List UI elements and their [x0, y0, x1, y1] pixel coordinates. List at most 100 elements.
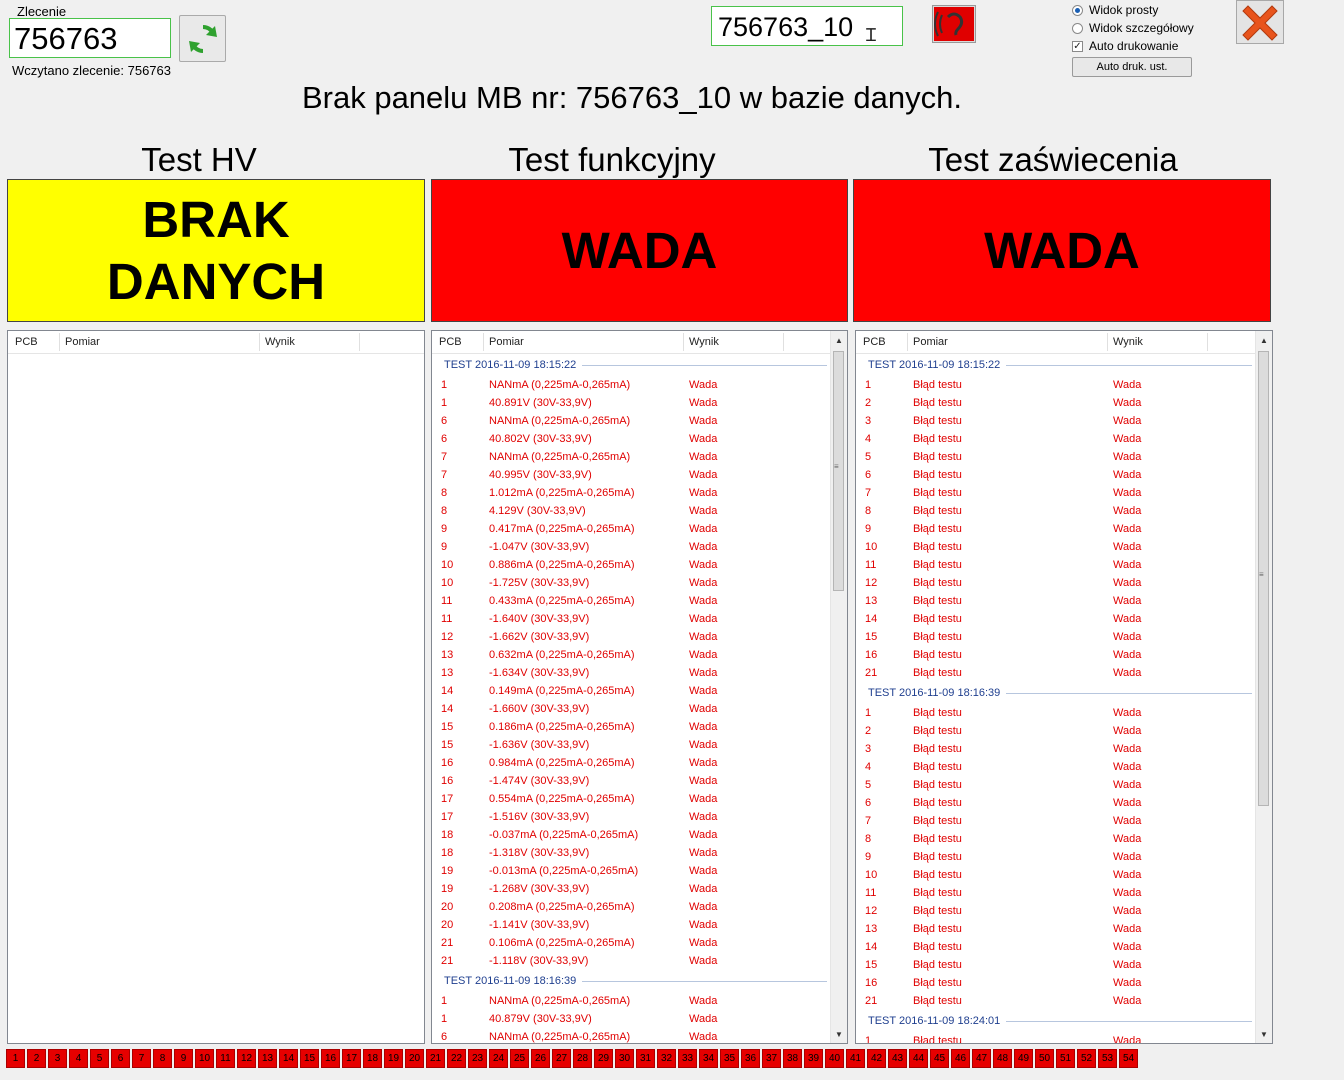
pcb-box[interactable]: 26	[531, 1049, 550, 1068]
list-row[interactable]: 17 0.554mA (0,225mA-0,265mA) Wada	[432, 790, 831, 808]
auto-print-checkbox[interactable]: ✓	[1072, 40, 1083, 52]
list-row[interactable]: 6 NANmA (0,225mA-0,265mA) Wada	[432, 1028, 831, 1043]
pcb-box[interactable]: 21	[426, 1049, 445, 1068]
list-row[interactable]: 21 0.106mA (0,225mA-0,265mA) Wada	[432, 934, 831, 952]
list-row[interactable]: 8 Błąd testu Wada	[856, 502, 1256, 520]
list-row[interactable]: 19 -1.268V (30V-33,9V) Wada	[432, 880, 831, 898]
list-row[interactable]: 14 0.149mA (0,225mA-0,265mA) Wada	[432, 682, 831, 700]
pcb-box[interactable]: 51	[1056, 1049, 1075, 1068]
list-row[interactable]: 9 -1.047V (30V-33,9V) Wada	[432, 538, 831, 556]
list-row[interactable]: 1 Błąd testu Wada	[856, 704, 1256, 722]
pcb-box[interactable]: 4	[69, 1049, 88, 1068]
list-row[interactable]: 15 Błąd testu Wada	[856, 628, 1256, 646]
list-row[interactable]: 6 40.802V (30V-33,9V) Wada	[432, 430, 831, 448]
list-row[interactable]: 19 -0.013mA (0,225mA-0,265mA) Wada	[432, 862, 831, 880]
list-row[interactable]: 13 -1.634V (30V-33,9V) Wada	[432, 664, 831, 682]
list-row[interactable]: 7 Błąd testu Wada	[856, 812, 1256, 830]
list-row[interactable]: 3 Błąd testu Wada	[856, 740, 1256, 758]
pcb-box[interactable]: 54	[1119, 1049, 1138, 1068]
list-row[interactable]: 10 Błąd testu Wada	[856, 538, 1256, 556]
list-row[interactable]: 4 Błąd testu Wada	[856, 758, 1256, 776]
light-results-list[interactable]: PCB Pomiar Wynik TEST 2016-11-09 18:15:2…	[855, 330, 1273, 1044]
list-row[interactable]: 3 Błąd testu Wada	[856, 412, 1256, 430]
list-row[interactable]: 1 Błąd testu Wada	[856, 376, 1256, 394]
pcb-box[interactable]: 25	[510, 1049, 529, 1068]
pcb-box[interactable]: 44	[909, 1049, 928, 1068]
pcb-box[interactable]: 12	[237, 1049, 256, 1068]
pcb-box[interactable]: 1	[6, 1049, 25, 1068]
pcb-box[interactable]: 32	[657, 1049, 676, 1068]
list-row[interactable]: 5 Błąd testu Wada	[856, 448, 1256, 466]
scroll-down-icon[interactable]: ▼	[1256, 1027, 1272, 1043]
list-row[interactable]: 9 0.417mA (0,225mA-0,265mA) Wada	[432, 520, 831, 538]
list-row[interactable]: 4 Błąd testu Wada	[856, 430, 1256, 448]
order-input[interactable]: 756763	[9, 18, 171, 58]
pcb-box[interactable]: 7	[132, 1049, 151, 1068]
pcb-box[interactable]: 52	[1077, 1049, 1096, 1068]
pcb-box[interactable]: 20	[405, 1049, 424, 1068]
list-row[interactable]: 14 Błąd testu Wada	[856, 938, 1256, 956]
pcb-box[interactable]: 16	[321, 1049, 340, 1068]
pcb-box[interactable]: 28	[573, 1049, 592, 1068]
col-wynik[interactable]: Wynik	[689, 336, 719, 348]
scroll-down-icon[interactable]: ▼	[831, 1027, 847, 1043]
pcb-box[interactable]: 48	[993, 1049, 1012, 1068]
pcb-box[interactable]: 30	[615, 1049, 634, 1068]
pcb-box[interactable]: 11	[216, 1049, 235, 1068]
list-row[interactable]: 14 -1.660V (30V-33,9V) Wada	[432, 700, 831, 718]
hv-results-list[interactable]: PCB Pomiar Wynik	[7, 330, 425, 1044]
list-row[interactable]: 15 0.186mA (0,225mA-0,265mA) Wada	[432, 718, 831, 736]
list-row[interactable]: 7 NANmA (0,225mA-0,265mA) Wada	[432, 448, 831, 466]
pcb-box[interactable]: 40	[825, 1049, 844, 1068]
auto-print-option[interactable]: ✓ Auto drukowanie	[1072, 39, 1178, 53]
list-row[interactable]: 1 NANmA (0,225mA-0,265mA) Wada	[432, 992, 831, 1010]
close-button[interactable]	[1236, 0, 1284, 44]
auto-print-settings-button[interactable]: Auto druk. ust.	[1072, 57, 1192, 77]
list-row[interactable]: 10 Błąd testu Wada	[856, 866, 1256, 884]
list-row[interactable]: 7 Błąd testu Wada	[856, 484, 1256, 502]
pcb-box[interactable]: 9	[174, 1049, 193, 1068]
list-row[interactable]: 1 40.879V (30V-33,9V) Wada	[432, 1010, 831, 1028]
list-row[interactable]: 11 0.433mA (0,225mA-0,265mA) Wada	[432, 592, 831, 610]
list-row[interactable]: 2 Błąd testu Wada	[856, 722, 1256, 740]
pcb-box[interactable]: 19	[384, 1049, 403, 1068]
col-wynik[interactable]: Wynik	[1113, 336, 1143, 348]
pcb-box[interactable]: 27	[552, 1049, 571, 1068]
list-row[interactable]: 15 Błąd testu Wada	[856, 956, 1256, 974]
list-row[interactable]: 21 Błąd testu Wada	[856, 664, 1256, 682]
pcb-box[interactable]: 50	[1035, 1049, 1054, 1068]
list-row[interactable]: 7 40.995V (30V-33,9V) Wada	[432, 466, 831, 484]
list-row[interactable]: 1 NANmA (0,225mA-0,265mA) Wada	[432, 376, 831, 394]
pcb-box[interactable]: 2	[27, 1049, 46, 1068]
scroll-up-icon[interactable]: ▲	[1256, 333, 1272, 349]
pcb-box[interactable]: 39	[804, 1049, 823, 1068]
pcb-box[interactable]: 41	[846, 1049, 865, 1068]
list-row[interactable]: 10 -1.725V (30V-33,9V) Wada	[432, 574, 831, 592]
col-pomiar[interactable]: Pomiar	[65, 336, 100, 348]
light-scrollbar[interactable]: ▲ ≡ ▼	[1255, 331, 1272, 1043]
list-row[interactable]: 13 0.632mA (0,225mA-0,265mA) Wada	[432, 646, 831, 664]
col-wynik[interactable]: Wynik	[265, 336, 295, 348]
view-detailed-option[interactable]: Widok szczegółowy	[1072, 21, 1194, 35]
list-row[interactable]: 15 -1.636V (30V-33,9V) Wada	[432, 736, 831, 754]
list-row[interactable]: 11 -1.640V (30V-33,9V) Wada	[432, 610, 831, 628]
col-pcb[interactable]: PCB	[439, 336, 462, 348]
list-row[interactable]: 2 Błąd testu Wada	[856, 394, 1256, 412]
pcb-box[interactable]: 53	[1098, 1049, 1117, 1068]
refresh-button[interactable]	[179, 15, 226, 62]
pcb-box[interactable]: 37	[762, 1049, 781, 1068]
list-row[interactable]: 9 Błąd testu Wada	[856, 848, 1256, 866]
list-row[interactable]: 13 Błąd testu Wada	[856, 920, 1256, 938]
list-row[interactable]: 16 Błąd testu Wada	[856, 974, 1256, 992]
scroll-thumb[interactable]	[833, 351, 844, 591]
col-pomiar[interactable]: Pomiar	[913, 336, 948, 348]
pcb-box[interactable]: 13	[258, 1049, 277, 1068]
list-row[interactable]: 13 Błąd testu Wada	[856, 592, 1256, 610]
list-row[interactable]: 16 0.984mA (0,225mA-0,265mA) Wada	[432, 754, 831, 772]
pcb-box[interactable]: 34	[699, 1049, 718, 1068]
pcb-box[interactable]: 33	[678, 1049, 697, 1068]
list-row[interactable]: 1 40.891V (30V-33,9V) Wada	[432, 394, 831, 412]
pcb-box[interactable]: 42	[867, 1049, 886, 1068]
view-simple-radio[interactable]	[1072, 4, 1083, 16]
list-row[interactable]: 5 Błąd testu Wada	[856, 776, 1256, 794]
